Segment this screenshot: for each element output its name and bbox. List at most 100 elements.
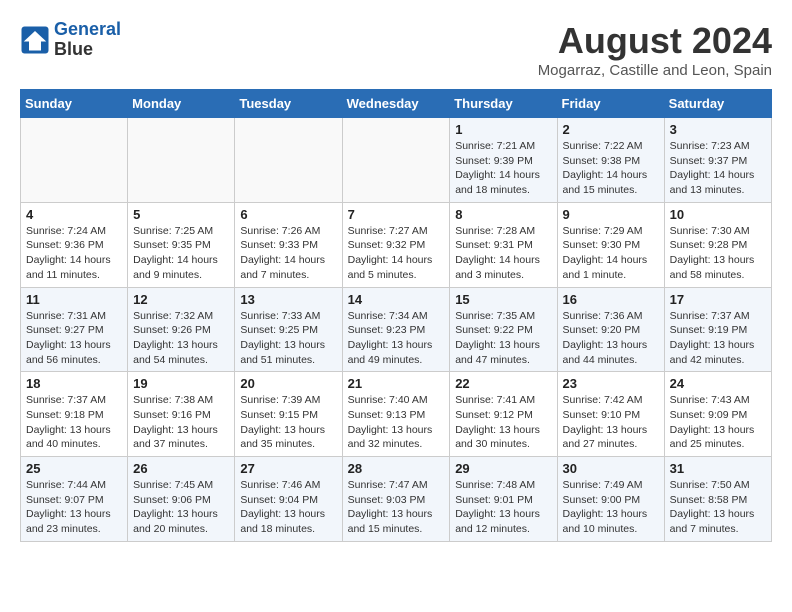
calendar-cell: 20 Sunrise: 7:39 AM Sunset: 9:15 PM Dayli… <box>235 372 342 457</box>
title-block: August 2024 Mogarraz, Castille and Leon,… <box>538 20 772 79</box>
calendar-cell: 2 Sunrise: 7:22 AM Sunset: 9:38 PM Daylig… <box>557 118 664 203</box>
calendar-cell: 22 Sunrise: 7:41 AM Sunset: 9:12 PM Dayli… <box>450 372 557 457</box>
day-info: Sunrise: 7:41 AM Sunset: 9:12 PM Dayligh… <box>455 393 551 452</box>
day-info: Sunrise: 7:23 AM Sunset: 9:37 PM Dayligh… <box>670 139 766 198</box>
calendar-cell: 7Sunrise: 7:27 AM Sunset: 9:32 PM Daylig… <box>342 202 450 287</box>
day-number: 8 <box>455 207 551 222</box>
logo-icon <box>20 25 50 55</box>
day-number: 15 <box>455 292 551 307</box>
weekday-header-monday: Monday <box>128 90 235 118</box>
day-number: 27 <box>240 461 336 476</box>
day-number: 2 <box>563 122 659 137</box>
calendar-cell: 27 Sunrise: 7:46 AM Sunset: 9:04 PM Dayli… <box>235 457 342 542</box>
day-info: Sunrise: 7:32 AM Sunset: 9:26 PM Dayligh… <box>133 309 229 368</box>
day-number: 28 <box>348 461 445 476</box>
day-info: Sunrise: 7:31 AM Sunset: 9:27 PM Dayligh… <box>26 309 122 368</box>
day-info: Sunrise: 7:40 AM Sunset: 9:13 PM Dayligh… <box>348 393 445 452</box>
day-info: Sunrise: 7:35 AM Sunset: 9:22 PM Dayligh… <box>455 309 551 368</box>
month-title: August 2024 <box>538 20 772 62</box>
calendar-cell: 11 Sunrise: 7:31 AM Sunset: 9:27 PM Dayli… <box>21 287 128 372</box>
calendar-cell <box>342 118 450 203</box>
calendar-cell: 24 Sunrise: 7:43 AM Sunset: 9:09 PM Dayli… <box>664 372 771 457</box>
weekday-header-saturday: Saturday <box>664 90 771 118</box>
day-info: Sunrise: 7:46 AM Sunset: 9:04 PM Dayligh… <box>240 478 336 537</box>
day-info: Sunrise: 7:45 AM Sunset: 9:06 PM Dayligh… <box>133 478 229 537</box>
day-info: Sunrise: 7:28 AM Sunset: 9:31 PM Dayligh… <box>455 224 551 283</box>
calendar-cell: 3 Sunrise: 7:23 AM Sunset: 9:37 PM Daylig… <box>664 118 771 203</box>
calendar-cell: 5 Sunrise: 7:25 AM Sunset: 9:35 PM Daylig… <box>128 202 235 287</box>
day-number: 12 <box>133 292 229 307</box>
calendar-cell: 12 Sunrise: 7:32 AM Sunset: 9:26 PM Dayli… <box>128 287 235 372</box>
day-number: 22 <box>455 376 551 391</box>
day-info: Sunrise: 7:24 AM Sunset: 9:36 PM Dayligh… <box>26 224 122 283</box>
calendar-cell: 30 Sunrise: 7:49 AM Sunset: 9:00 PM Dayli… <box>557 457 664 542</box>
location: Mogarraz, Castille and Leon, Spain <box>538 62 772 79</box>
day-info: Sunrise: 7:34 AM Sunset: 9:23 PM Dayligh… <box>348 309 445 368</box>
day-number: 24 <box>670 376 766 391</box>
day-info: Sunrise: 7:25 AM Sunset: 9:35 PM Dayligh… <box>133 224 229 283</box>
calendar-cell <box>21 118 128 203</box>
day-info: Sunrise: 7:49 AM Sunset: 9:00 PM Dayligh… <box>563 478 659 537</box>
weekday-header-tuesday: Tuesday <box>235 90 342 118</box>
day-number: 14 <box>348 292 445 307</box>
day-info: Sunrise: 7:22 AM Sunset: 9:38 PM Dayligh… <box>563 139 659 198</box>
day-number: 30 <box>563 461 659 476</box>
day-info: Sunrise: 7:44 AM Sunset: 9:07 PM Dayligh… <box>26 478 122 537</box>
day-number: 5 <box>133 207 229 222</box>
page-header: General Blue August 2024 Mogarraz, Casti… <box>20 20 772 79</box>
logo-text: General Blue <box>54 20 121 60</box>
day-number: 25 <box>26 461 122 476</box>
day-number: 6 <box>240 207 336 222</box>
day-number: 19 <box>133 376 229 391</box>
day-number: 18 <box>26 376 122 391</box>
weekday-header-thursday: Thursday <box>450 90 557 118</box>
calendar-cell: 23 Sunrise: 7:42 AM Sunset: 9:10 PM Dayli… <box>557 372 664 457</box>
calendar-cell: 18 Sunrise: 7:37 AM Sunset: 9:18 PM Dayli… <box>21 372 128 457</box>
calendar-cell <box>235 118 342 203</box>
calendar-cell: 21 Sunrise: 7:40 AM Sunset: 9:13 PM Dayli… <box>342 372 450 457</box>
calendar-cell: 13 Sunrise: 7:33 AM Sunset: 9:25 PM Dayli… <box>235 287 342 372</box>
day-info: Sunrise: 7:48 AM Sunset: 9:01 PM Dayligh… <box>455 478 551 537</box>
day-number: 16 <box>563 292 659 307</box>
day-info: Sunrise: 7:27 AM Sunset: 9:32 PM Dayligh… <box>348 224 445 283</box>
day-number: 13 <box>240 292 336 307</box>
day-number: 3 <box>670 122 766 137</box>
weekday-header-wednesday: Wednesday <box>342 90 450 118</box>
day-number: 29 <box>455 461 551 476</box>
day-info: Sunrise: 7:29 AM Sunset: 9:30 PM Dayligh… <box>563 224 659 283</box>
day-number: 11 <box>26 292 122 307</box>
day-info: Sunrise: 7:47 AM Sunset: 9:03 PM Dayligh… <box>348 478 445 537</box>
calendar-cell: 8 Sunrise: 7:28 AM Sunset: 9:31 PM Daylig… <box>450 202 557 287</box>
day-number: 23 <box>563 376 659 391</box>
weekday-header-sunday: Sunday <box>21 90 128 118</box>
calendar-cell: 31Sunrise: 7:50 AM Sunset: 8:58 PM Dayli… <box>664 457 771 542</box>
day-info: Sunrise: 7:50 AM Sunset: 8:58 PM Dayligh… <box>670 478 766 537</box>
calendar-table: SundayMondayTuesdayWednesdayThursdayFrid… <box>20 89 772 542</box>
calendar-cell: 26 Sunrise: 7:45 AM Sunset: 9:06 PM Dayli… <box>128 457 235 542</box>
day-info: Sunrise: 7:21 AM Sunset: 9:39 PM Dayligh… <box>455 139 551 198</box>
calendar-cell: 4 Sunrise: 7:24 AM Sunset: 9:36 PM Daylig… <box>21 202 128 287</box>
weekday-header-friday: Friday <box>557 90 664 118</box>
calendar-cell: 1Sunrise: 7:21 AM Sunset: 9:39 PM Daylig… <box>450 118 557 203</box>
day-number: 10 <box>670 207 766 222</box>
day-number: 20 <box>240 376 336 391</box>
day-info: Sunrise: 7:38 AM Sunset: 9:16 PM Dayligh… <box>133 393 229 452</box>
calendar-cell: 28 Sunrise: 7:47 AM Sunset: 9:03 PM Dayli… <box>342 457 450 542</box>
calendar-cell <box>128 118 235 203</box>
day-info: Sunrise: 7:37 AM Sunset: 9:18 PM Dayligh… <box>26 393 122 452</box>
day-info: Sunrise: 7:36 AM Sunset: 9:20 PM Dayligh… <box>563 309 659 368</box>
calendar-cell: 9Sunrise: 7:29 AM Sunset: 9:30 PM Daylig… <box>557 202 664 287</box>
day-info: Sunrise: 7:30 AM Sunset: 9:28 PM Dayligh… <box>670 224 766 283</box>
day-info: Sunrise: 7:37 AM Sunset: 9:19 PM Dayligh… <box>670 309 766 368</box>
day-info: Sunrise: 7:39 AM Sunset: 9:15 PM Dayligh… <box>240 393 336 452</box>
day-number: 21 <box>348 376 445 391</box>
day-info: Sunrise: 7:26 AM Sunset: 9:33 PM Dayligh… <box>240 224 336 283</box>
day-info: Sunrise: 7:33 AM Sunset: 9:25 PM Dayligh… <box>240 309 336 368</box>
day-info: Sunrise: 7:43 AM Sunset: 9:09 PM Dayligh… <box>670 393 766 452</box>
logo: General Blue <box>20 20 121 60</box>
day-number: 26 <box>133 461 229 476</box>
calendar-cell: 16 Sunrise: 7:36 AM Sunset: 9:20 PM Dayli… <box>557 287 664 372</box>
day-number: 4 <box>26 207 122 222</box>
calendar-cell: 15 Sunrise: 7:35 AM Sunset: 9:22 PM Dayli… <box>450 287 557 372</box>
day-info: Sunrise: 7:42 AM Sunset: 9:10 PM Dayligh… <box>563 393 659 452</box>
